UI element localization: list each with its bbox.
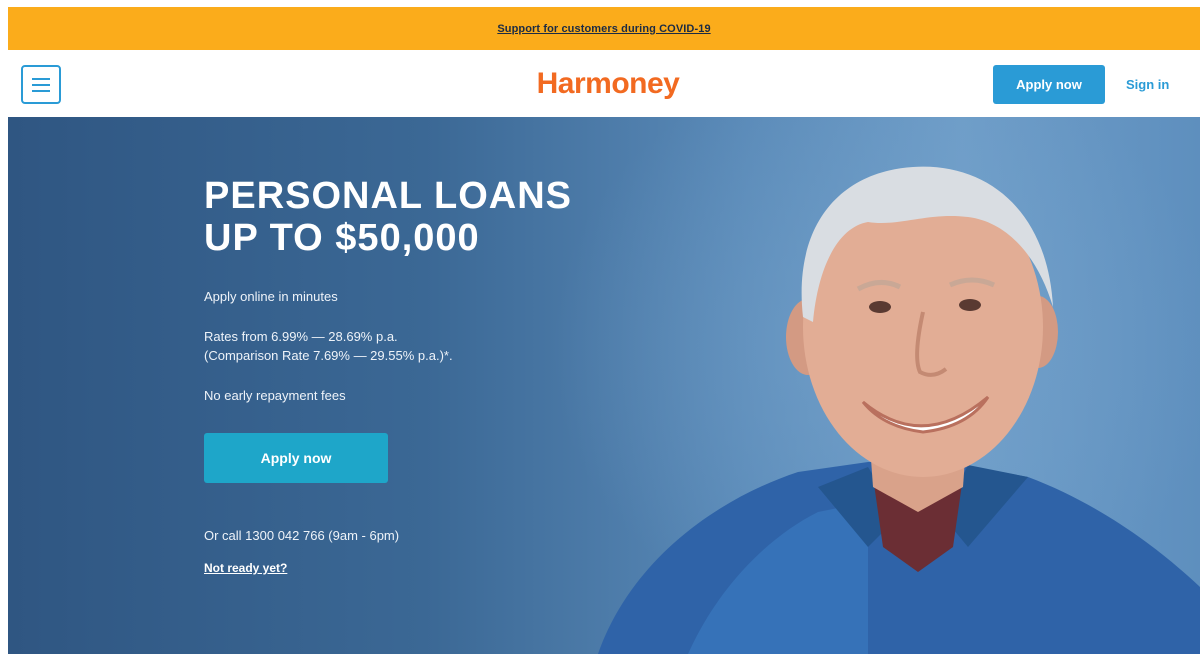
harmoney-logo[interactable]: Harmoney xyxy=(528,64,688,104)
sign-in-link[interactable]: Sign in xyxy=(1126,65,1186,104)
hero-title-line-2: UP TO $50,000 xyxy=(204,217,480,259)
call-text: Or call 1300 042 766 (9am - 6pm) xyxy=(204,528,400,543)
rates-text: Rates from 6.99% — 28.69% p.a. xyxy=(204,329,398,344)
header-apply-now-button[interactable]: Apply now xyxy=(993,65,1105,104)
no-fees-text: No early repayment fees xyxy=(204,388,346,403)
hero-section: PERSONAL LOANS UP TO $50,000 Apply onlin… xyxy=(8,117,1200,654)
menu-button[interactable] xyxy=(21,65,61,104)
hamburger-menu-icon xyxy=(32,77,50,92)
not-ready-link[interactable]: Not ready yet? xyxy=(204,561,287,575)
apply-online-text: Apply online in minutes xyxy=(204,289,338,304)
hero-title: PERSONAL LOANS UP TO $50,000 xyxy=(204,175,724,259)
comparison-rate-text: (Comparison Rate 7.69% — 29.55% p.a.)*. xyxy=(204,348,453,363)
hero-title-line-1: PERSONAL LOANS xyxy=(204,175,573,217)
hero-content: PERSONAL LOANS UP TO $50,000 Apply onlin… xyxy=(204,175,724,577)
site-header: Harmoney Apply now Sign in xyxy=(8,50,1200,117)
page-frame: Support for customers during COVID-19 Ha… xyxy=(8,7,1200,654)
hero-apply-now-button[interactable]: Apply now xyxy=(204,433,388,483)
covid-support-link[interactable]: Support for customers during COVID-19 xyxy=(497,23,710,35)
covid-banner: Support for customers during COVID-19 xyxy=(8,7,1200,50)
